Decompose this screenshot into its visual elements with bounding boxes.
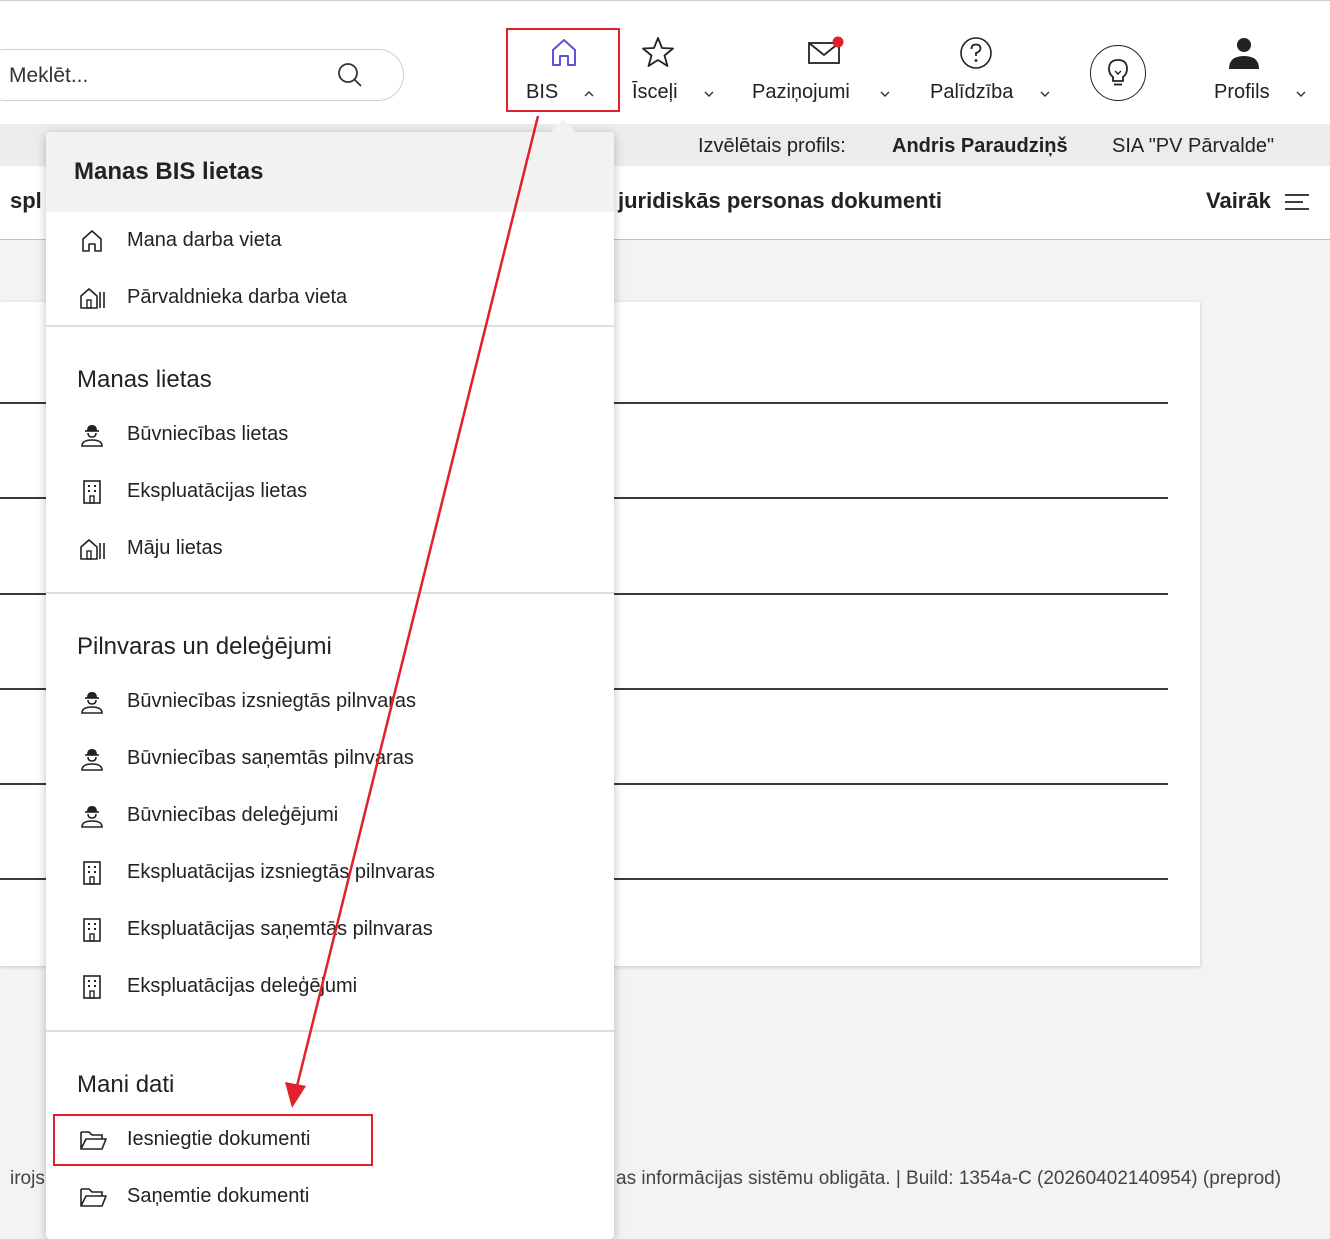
annotation-arrow: [285, 115, 540, 1108]
